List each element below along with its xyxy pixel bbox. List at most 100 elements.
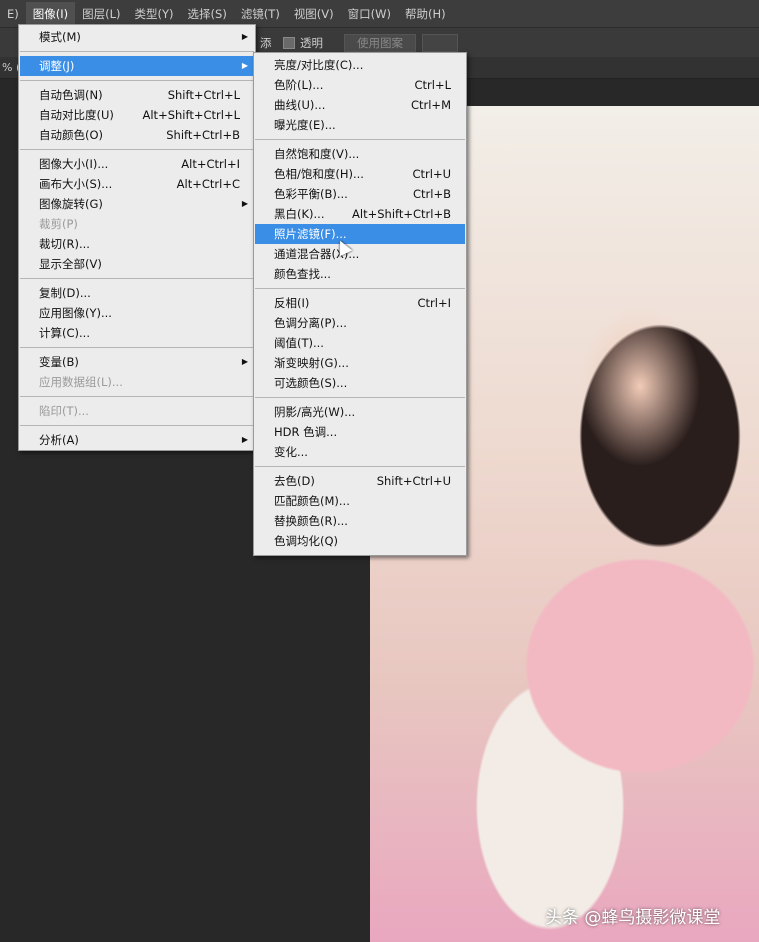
menu-item[interactable]: 裁切(R)... bbox=[20, 234, 254, 254]
menu-item[interactable]: 计算(C)... bbox=[20, 323, 254, 343]
menu-item-label: 颜色查找... bbox=[274, 267, 331, 281]
transparent-checkbox[interactable] bbox=[283, 37, 295, 49]
menu-item-shortcut: Ctrl+U bbox=[412, 167, 451, 181]
menu-item[interactable]: 自动色调(N) Shift+Ctrl+L bbox=[20, 85, 254, 105]
menu-item[interactable]: 去色(D) Shift+Ctrl+U bbox=[255, 471, 465, 491]
menu-item[interactable]: 变化... bbox=[255, 442, 465, 462]
menu-item[interactable]: 分析(A) ▶ bbox=[20, 430, 254, 450]
menu-item-label: 反相(I) bbox=[274, 296, 310, 310]
menu-item-shortcut: Shift+Ctrl+B bbox=[166, 128, 240, 142]
menu-item-shortcut: Alt+Ctrl+I bbox=[181, 157, 240, 171]
menu-item[interactable]: 图像大小(I)... Alt+Ctrl+I bbox=[20, 154, 254, 174]
menu-item[interactable]: 反相(I) Ctrl+I bbox=[255, 293, 465, 313]
menu-item-label: 照片滤镜(F)... bbox=[274, 227, 347, 241]
menu-item-shortcut: Ctrl+B bbox=[413, 187, 451, 201]
menu-item[interactable]: 替换颜色(R)... bbox=[255, 511, 465, 531]
menu-separator bbox=[20, 396, 254, 397]
menu-item[interactable]: 自然饱和度(V)... bbox=[255, 144, 465, 164]
menu-item-label: 去色(D) bbox=[274, 474, 315, 488]
menu-item: 应用数据组(L)... bbox=[20, 372, 254, 392]
menu-separator bbox=[20, 347, 254, 348]
submenu-arrow-icon: ▶ bbox=[241, 61, 248, 70]
menu-3[interactable]: 类型(Y) bbox=[128, 2, 181, 26]
menu-separator bbox=[20, 425, 254, 426]
menu-7[interactable]: 窗口(W) bbox=[341, 2, 398, 26]
menu-item-label: 显示全部(V) bbox=[39, 257, 102, 271]
menu-item-label: 自动颜色(O) bbox=[39, 128, 104, 142]
menu-item[interactable]: 复制(D)... bbox=[20, 283, 254, 303]
menu-item-label: 图像大小(I)... bbox=[39, 157, 109, 171]
menu-item[interactable]: 图像旋转(G) ▶ bbox=[20, 194, 254, 214]
menu-6[interactable]: 视图(V) bbox=[287, 2, 341, 26]
menu-item-label: 阈值(T)... bbox=[274, 336, 324, 350]
menu-item[interactable]: 照片滤镜(F)... bbox=[255, 224, 465, 244]
menu-item-label: 可选颜色(S)... bbox=[274, 376, 348, 390]
menu-item-label: 黑白(K)... bbox=[274, 207, 325, 221]
menu-separator bbox=[20, 51, 254, 52]
menu-item[interactable]: 阈值(T)... bbox=[255, 333, 465, 353]
menu-item[interactable]: 色阶(L)... Ctrl+L bbox=[255, 75, 465, 95]
use-pattern-button[interactable]: 使用图案 bbox=[344, 34, 416, 52]
menu-item[interactable]: 颜色查找... bbox=[255, 264, 465, 284]
menu-item-label: 变量(B) bbox=[39, 355, 79, 369]
menu-2[interactable]: 图层(L) bbox=[75, 2, 127, 26]
menu-item[interactable]: 自动颜色(O) Shift+Ctrl+B bbox=[20, 125, 254, 145]
menu-item[interactable]: 调整(J) ▶ bbox=[20, 56, 254, 76]
transparent-label: 透明 bbox=[300, 36, 323, 50]
menu-item[interactable]: 色调分离(P)... bbox=[255, 313, 465, 333]
menu-item[interactable]: 可选颜色(S)... bbox=[255, 373, 465, 393]
menu-5[interactable]: 滤镜(T) bbox=[234, 2, 287, 26]
menu-item[interactable]: 色相/饱和度(H)... Ctrl+U bbox=[255, 164, 465, 184]
menu-item[interactable]: 应用图像(Y)... bbox=[20, 303, 254, 323]
menu-item-shortcut: Alt+Ctrl+C bbox=[176, 177, 240, 191]
menu-item-label: 画布大小(S)... bbox=[39, 177, 113, 191]
submenu-arrow-icon: ▶ bbox=[241, 199, 248, 208]
menu-item[interactable]: 黑白(K)... Alt+Shift+Ctrl+B bbox=[255, 204, 465, 224]
menu-item[interactable]: 画布大小(S)... Alt+Ctrl+C bbox=[20, 174, 254, 194]
menu-item-label: 分析(A) bbox=[39, 433, 79, 447]
menu-item-label: 色调分离(P)... bbox=[274, 316, 347, 330]
menu-item-label: HDR 色调... bbox=[274, 425, 338, 439]
pattern-dropdown[interactable] bbox=[422, 34, 458, 52]
menu-item[interactable]: 亮度/对比度(C)... bbox=[255, 55, 465, 75]
menu-item-label: 复制(D)... bbox=[39, 286, 91, 300]
menu-item-label: 变化... bbox=[274, 445, 308, 459]
menu-item-label: 替换颜色(R)... bbox=[274, 514, 348, 528]
menu-item[interactable]: 自动对比度(U) Alt+Shift+Ctrl+L bbox=[20, 105, 254, 125]
menu-item[interactable]: 显示全部(V) bbox=[20, 254, 254, 274]
menu-item[interactable]: 渐变映射(G)... bbox=[255, 353, 465, 373]
menu-item[interactable]: 模式(M) ▶ bbox=[20, 27, 254, 47]
menu-item: 陷印(T)... bbox=[20, 401, 254, 421]
menu-separator bbox=[255, 397, 465, 398]
menu-item[interactable]: 匹配颜色(M)... bbox=[255, 491, 465, 511]
menu-item-label: 裁切(R)... bbox=[39, 237, 90, 251]
menu-item[interactable]: 变量(B) ▶ bbox=[20, 352, 254, 372]
menu-item[interactable]: 色调均化(Q) bbox=[255, 531, 465, 551]
menu-item-label: 陷印(T)... bbox=[39, 404, 89, 418]
menu-item[interactable]: 阴影/高光(W)... bbox=[255, 402, 465, 422]
adjustments-submenu: 亮度/对比度(C)... 色阶(L)... Ctrl+L 曲线(U)... Ctrl+M… bbox=[253, 52, 467, 556]
menu-item[interactable]: 曝光度(E)... bbox=[255, 115, 465, 135]
menu-item-label: 曝光度(E)... bbox=[274, 118, 336, 132]
menu-4[interactable]: 选择(S) bbox=[181, 2, 234, 26]
menu-item-label: 计算(C)... bbox=[39, 326, 90, 340]
menu-item-shortcut: Shift+Ctrl+L bbox=[167, 88, 240, 102]
menu-item-shortcut: Ctrl+M bbox=[410, 98, 451, 112]
menu-item[interactable]: HDR 色调... bbox=[255, 422, 465, 442]
menu-separator bbox=[20, 149, 254, 150]
menu-item-label: 色彩平衡(B)... bbox=[274, 187, 348, 201]
menu-item-shortcut: Alt+Shift+Ctrl+L bbox=[142, 108, 241, 122]
menu-item-label: 色相/饱和度(H)... bbox=[274, 167, 364, 181]
menu-1[interactable]: 图像(I) bbox=[25, 1, 76, 26]
menu-item-label: 匹配颜色(M)... bbox=[274, 494, 350, 508]
menu-item-label: 模式(M) bbox=[39, 30, 81, 44]
menu-item-label: 自然饱和度(V)... bbox=[274, 147, 360, 161]
menu-item[interactable]: 色彩平衡(B)... Ctrl+B bbox=[255, 184, 465, 204]
menu-8[interactable]: 帮助(H) bbox=[398, 2, 453, 26]
menu-item[interactable]: 通道混合器(X)... bbox=[255, 244, 465, 264]
menu-0[interactable]: E) bbox=[0, 2, 26, 26]
image-menu: 模式(M) ▶ 调整(J) ▶ 自动色调(N) Shift+Ctrl+L 自动对比度(U) A… bbox=[18, 24, 256, 451]
menu-item-label: 调整(J) bbox=[39, 59, 75, 73]
menu-item-shortcut: Ctrl+L bbox=[414, 78, 451, 92]
menu-item[interactable]: 曲线(U)... Ctrl+M bbox=[255, 95, 465, 115]
